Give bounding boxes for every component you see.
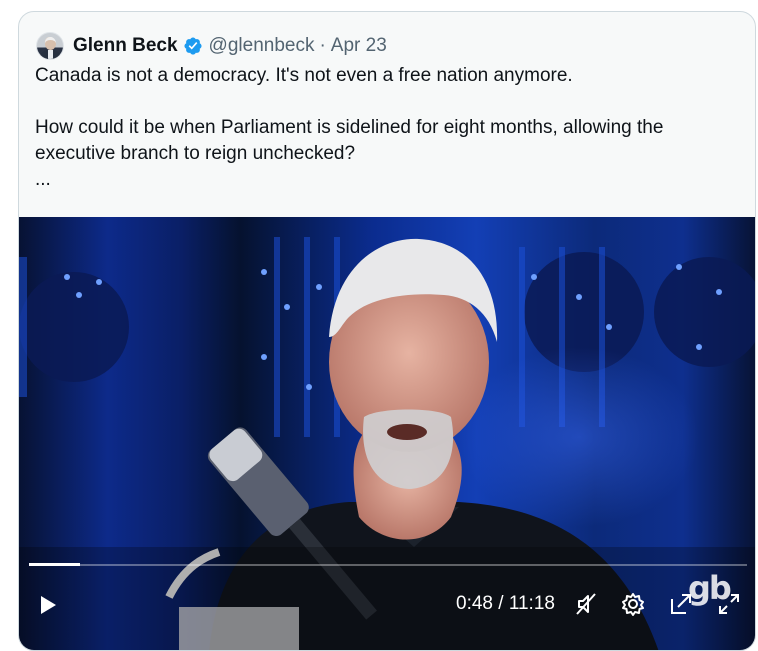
- author-name[interactable]: Glenn Beck: [73, 35, 178, 57]
- time-display: 0:48 / 11:18: [456, 593, 555, 614]
- video-frame: [19, 237, 755, 650]
- verified-badge-icon: [184, 37, 202, 55]
- tweet-date[interactable]: Apr 23: [331, 35, 387, 57]
- fullscreen-icon[interactable]: [716, 591, 742, 617]
- tweet-card[interactable]: Glenn Beck @glennbeck · Apr 23 Canada is…: [18, 11, 756, 651]
- tweet-text: Canada is not a democracy. It's not even…: [35, 63, 735, 193]
- progress-fill: [29, 563, 80, 566]
- play-icon[interactable]: [37, 593, 59, 617]
- settings-gear-icon[interactable]: [620, 591, 646, 617]
- tweet-text-line-2: How could it be when Parliament is sidel…: [35, 117, 664, 164]
- tweet-header: Glenn Beck @glennbeck · Apr 23: [36, 31, 387, 61]
- tweet-text-more[interactable]: ...: [35, 167, 735, 193]
- separator-dot: ·: [319, 35, 326, 56]
- tweet-text-line-1: Canada is not a democracy. It's not even…: [35, 65, 573, 86]
- author-handle[interactable]: @glennbeck: [209, 35, 315, 57]
- author-avatar[interactable]: [36, 32, 64, 60]
- progress-bar[interactable]: [29, 563, 747, 566]
- muted-speaker-icon[interactable]: [573, 591, 599, 617]
- video-player[interactable]: 0:48 / 11:18 gb: [19, 217, 755, 650]
